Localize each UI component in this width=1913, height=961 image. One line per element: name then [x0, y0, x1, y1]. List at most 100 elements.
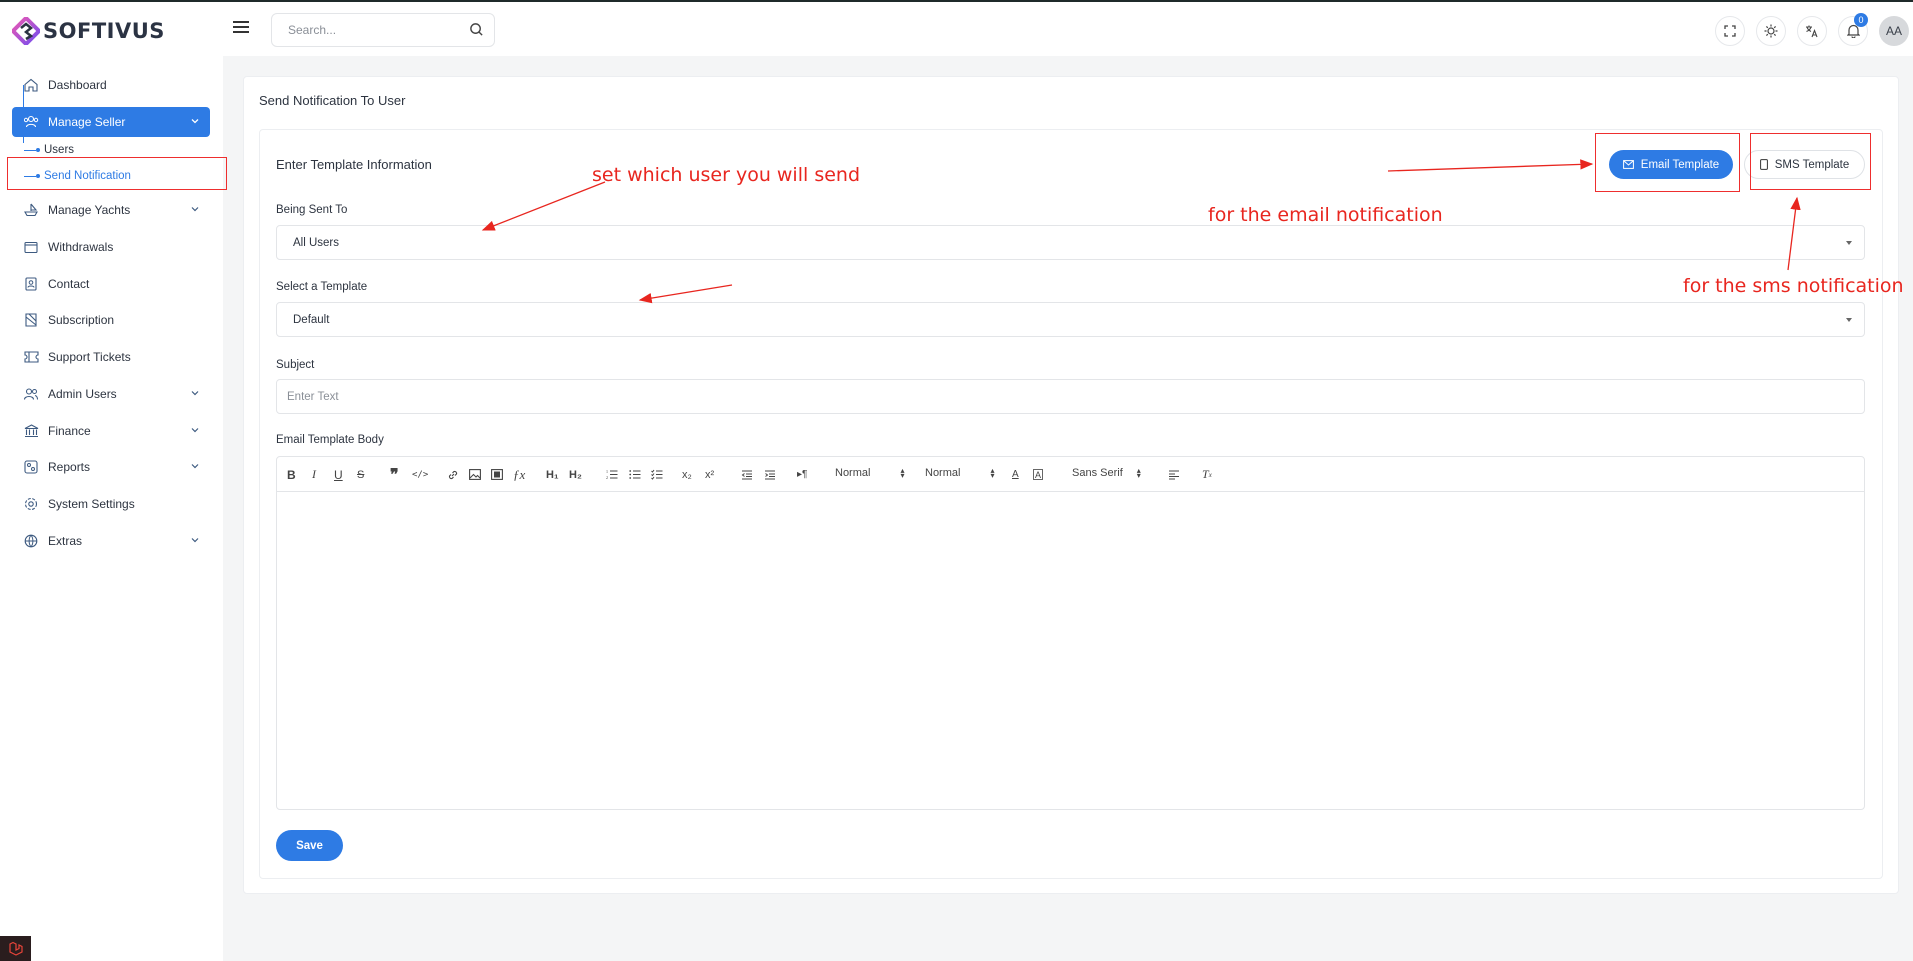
- sidebar-item-label: Extras: [48, 534, 83, 548]
- caret-down-icon: [1846, 241, 1852, 245]
- formula-icon[interactable]: ƒx: [513, 466, 525, 483]
- background-color-icon[interactable]: A: [1033, 469, 1044, 480]
- save-button[interactable]: Save: [276, 830, 343, 861]
- users-icon: [23, 114, 39, 130]
- sidebar-item-label: Subscription: [48, 313, 115, 327]
- header-format-select[interactable]: Normal ▴ ▾: [835, 467, 904, 480]
- being-sent-to-value: All Users: [293, 236, 340, 249]
- section-title: Enter Template Information: [276, 157, 432, 172]
- link-icon[interactable]: [447, 466, 459, 483]
- font-size-select[interactable]: Normal ▴ ▾: [925, 467, 994, 480]
- indent-icon[interactable]: [764, 466, 776, 483]
- sidebar-subitem-label: Users: [44, 144, 75, 156]
- fullscreen-button[interactable]: [1715, 16, 1745, 46]
- contact-icon: [23, 276, 39, 292]
- submenu-connector-line: [23, 85, 24, 143]
- underline-icon[interactable]: U: [334, 466, 343, 483]
- text-color-icon[interactable]: A: [1012, 466, 1019, 483]
- font-family-select[interactable]: Sans Serif ▴ ▾: [1072, 467, 1141, 480]
- checklist-icon[interactable]: [651, 466, 663, 483]
- subject-label: Subject: [276, 359, 315, 371]
- editor-content-area[interactable]: [277, 493, 1864, 809]
- sidebar-item-contact[interactable]: Contact: [12, 269, 210, 299]
- bold-icon[interactable]: B: [287, 466, 296, 483]
- extras-icon: [23, 533, 39, 549]
- blockquote-icon[interactable]: ❞: [390, 466, 399, 484]
- annotation-box-sms-template: [1750, 133, 1871, 190]
- ordered-list-icon[interactable]: 12: [606, 466, 618, 483]
- sidebar-item-label: Finance: [48, 424, 91, 438]
- email-body-label: Email Template Body: [276, 434, 384, 446]
- clear-format-icon[interactable]: Tx: [1202, 466, 1212, 483]
- video-icon[interactable]: [491, 466, 503, 483]
- font-size-value: Normal: [925, 467, 961, 479]
- chevron-down-icon: [191, 391, 199, 396]
- image-icon[interactable]: [469, 466, 481, 483]
- strikethrough-icon[interactable]: S: [357, 466, 364, 483]
- sidebar-item-manage-yachts[interactable]: Manage Yachts: [12, 195, 210, 225]
- sidebar-item-system-settings[interactable]: System Settings: [12, 489, 210, 519]
- search-icon[interactable]: [469, 22, 484, 37]
- home-icon: [23, 77, 39, 93]
- header-format-value: Normal: [835, 467, 871, 479]
- sidebar-item-manage-seller[interactable]: Manage Seller: [12, 107, 210, 137]
- sidebar-item-label: Dashboard: [48, 78, 107, 92]
- laravel-debugbar-icon[interactable]: [0, 936, 31, 961]
- template-select[interactable]: Default: [276, 302, 1865, 337]
- annotation-box-email-template: [1595, 133, 1740, 192]
- brand-logo[interactable]: SOFTIVUS: [12, 17, 165, 45]
- wallet-icon: [23, 239, 39, 255]
- being-sent-to-select[interactable]: All Users: [276, 225, 1865, 260]
- bullet-list-icon[interactable]: [629, 466, 641, 483]
- admin-users-icon: [23, 386, 39, 402]
- sidebar-item-withdrawals[interactable]: Withdrawals: [12, 232, 210, 262]
- sidebar-item-admin-users[interactable]: Admin Users: [12, 379, 210, 409]
- subject-input[interactable]: [277, 380, 1864, 413]
- hamburger-menu-icon[interactable]: [233, 18, 251, 36]
- sidebar-item-label: Withdrawals: [48, 240, 114, 254]
- sidebar-item-dashboard[interactable]: Dashboard: [12, 70, 210, 100]
- user-avatar[interactable]: AA: [1879, 16, 1909, 46]
- reports-icon: [23, 459, 39, 475]
- sidebar-item-label: Support Tickets: [48, 350, 131, 364]
- heading2-icon[interactable]: H₂: [569, 466, 582, 483]
- outdent-icon[interactable]: [741, 466, 753, 483]
- theme-toggle-button[interactable]: [1756, 16, 1786, 46]
- annotation-box-send-notification: [7, 157, 227, 190]
- caret-down-icon: [1846, 318, 1852, 322]
- chevron-down-icon: [191, 207, 199, 212]
- sun-icon: [1764, 24, 1778, 38]
- bank-icon: [23, 423, 39, 439]
- chevron-down-icon: [191, 119, 199, 124]
- sidebar-item-extras[interactable]: Extras: [12, 526, 210, 556]
- subject-field: [276, 379, 1865, 414]
- sidebar-item-finance[interactable]: Finance: [12, 416, 210, 446]
- sidebar-item-label: System Settings: [48, 497, 135, 511]
- subscription-icon: [23, 312, 39, 328]
- superscript-icon[interactable]: x²: [705, 466, 714, 483]
- softivus-logo-icon: [12, 17, 40, 45]
- editor-toolbar: B I U S ❞ </> ƒx H₁ H₂ 12 x₂ x² ▸¶ Norma…: [277, 457, 1864, 492]
- subscript-icon[interactable]: x₂: [682, 466, 692, 483]
- text-direction-icon[interactable]: ▸¶: [797, 466, 807, 483]
- annotation-user-note: set which user you will send: [592, 164, 861, 186]
- italic-icon[interactable]: I: [312, 466, 316, 483]
- search-input[interactable]: [272, 14, 452, 46]
- sidebar-item-subscription[interactable]: Subscription: [12, 305, 210, 335]
- code-block-icon[interactable]: </>: [412, 466, 428, 483]
- language-button[interactable]: [1797, 16, 1827, 46]
- sidebar-item-label: Manage Yachts: [48, 203, 131, 217]
- being-sent-to-label: Being Sent To: [276, 204, 348, 216]
- template-select-value: Default: [293, 313, 330, 326]
- sidebar-item-reports[interactable]: Reports: [12, 452, 210, 482]
- ship-icon: [23, 202, 39, 218]
- align-icon[interactable]: [1168, 466, 1180, 483]
- chevron-down-icon: [191, 538, 199, 543]
- font-family-value: Sans Serif: [1072, 467, 1123, 479]
- sidebar-item-support-tickets[interactable]: Support Tickets: [12, 342, 210, 372]
- sidebar-item-label: Admin Users: [48, 387, 117, 401]
- annotation-sms-note: for the sms notification: [1683, 275, 1904, 297]
- heading1-icon[interactable]: H₁: [546, 466, 559, 483]
- annotation-email-note: for the email notification: [1208, 204, 1443, 226]
- sidebar-item-label: Reports: [48, 460, 91, 474]
